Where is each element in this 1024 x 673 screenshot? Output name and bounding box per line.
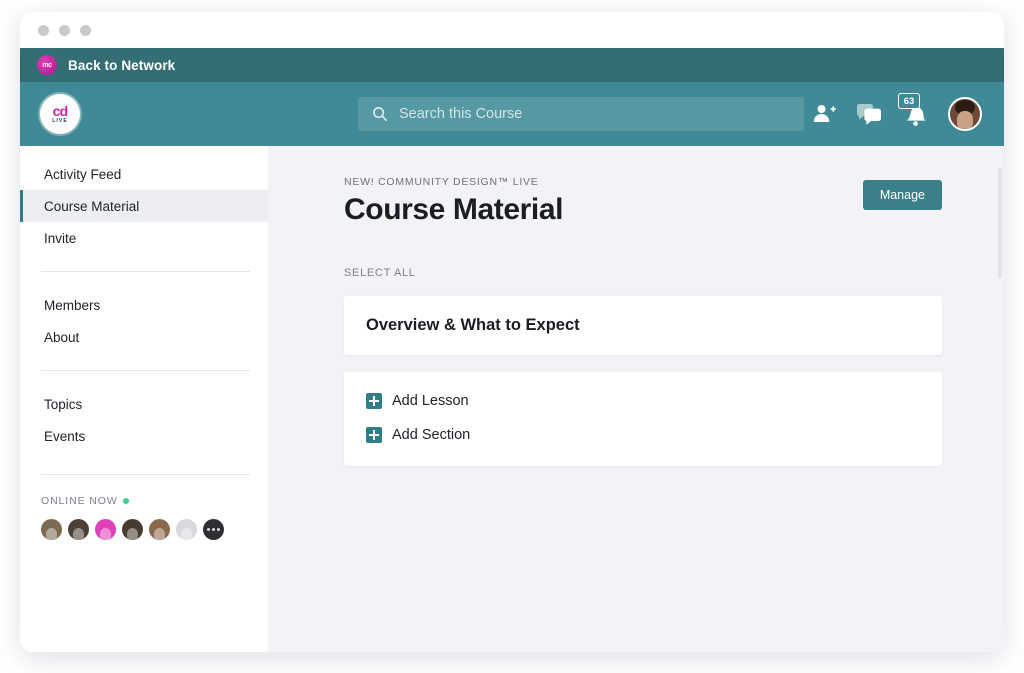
left-column: mc Back to Network cd LIVE Activity Feed…: [20, 48, 268, 652]
add-section-label: Add Section: [392, 427, 471, 443]
window-close-dot[interactable]: [38, 24, 49, 36]
search-icon: [373, 107, 388, 122]
plus-square-icon: [366, 393, 382, 409]
avatar-more[interactable]: [203, 519, 224, 540]
course-section-title: Overview & What to Expect: [366, 316, 580, 334]
sidebar-item-about[interactable]: About: [20, 321, 268, 353]
page-header: NEW! COMMUNITY DESIGN™ LIVE Course Mater…: [344, 176, 942, 227]
window-titlebar: [20, 12, 1004, 48]
sidebar-item-label: Topics: [44, 396, 83, 412]
sidebar-item-label: Members: [44, 297, 101, 313]
sidebar-item-topics[interactable]: Topics: [20, 388, 268, 420]
sidebar-item-activity-feed[interactable]: Activity Feed: [20, 158, 268, 190]
sidebar-divider-2: [41, 370, 250, 371]
page-title: Course Material: [344, 193, 564, 226]
right-column: 63 NEW! COMMUNITY DESIGN™ LIVE Course Ma…: [248, 48, 1004, 652]
sidebar-item-invite[interactable]: Invite: [20, 222, 268, 254]
course-section-row[interactable]: Overview & What to Expect: [344, 296, 942, 355]
search-bar[interactable]: [358, 97, 804, 131]
brand-bar: cd LIVE: [20, 82, 268, 146]
header-icon-group: 63: [812, 93, 982, 131]
sidebar-item-events[interactable]: Events: [20, 420, 268, 452]
sidebar-divider-1: [41, 271, 250, 272]
sidebar-item-course-material[interactable]: Course Material: [20, 190, 268, 222]
add-section-button[interactable]: Add Section: [344, 418, 942, 452]
page-header-text: NEW! COMMUNITY DESIGN™ LIVE Course Mater…: [344, 176, 563, 227]
online-now-label: ONLINE NOW: [41, 495, 118, 507]
sidebar-item-label: Course Material: [44, 198, 140, 214]
add-lesson-button[interactable]: Add Lesson: [344, 384, 942, 418]
avatar[interactable]: [95, 519, 116, 540]
main-content: NEW! COMMUNITY DESIGN™ LIVE Course Mater…: [268, 146, 1004, 652]
sidebar-item-label: Activity Feed: [44, 166, 122, 182]
app-container: mc Back to Network cd LIVE Activity Feed…: [20, 48, 1004, 652]
online-now-block: ONLINE NOW: [20, 495, 268, 540]
network-logo-icon: mc: [37, 55, 57, 75]
back-to-network-bar[interactable]: mc Back to Network: [20, 48, 268, 82]
brand-logo-secondary: LIVE: [52, 118, 68, 124]
search-input[interactable]: [399, 106, 804, 122]
messages-icon[interactable]: [856, 102, 882, 126]
select-all-link[interactable]: SELECT ALL: [344, 267, 942, 279]
add-actions-card: Add Lesson Add Section: [344, 372, 942, 466]
online-now-title: ONLINE NOW: [41, 495, 268, 507]
sidebar-item-members[interactable]: Members: [20, 289, 268, 321]
sidebar-nav: Activity Feed Course Material Invite Mem…: [20, 146, 268, 652]
online-status-dot: [122, 498, 129, 504]
back-to-network-label: Back to Network: [68, 57, 176, 73]
add-person-icon[interactable]: [812, 102, 837, 126]
sidebar-divider-3: [41, 474, 250, 475]
page-eyebrow: NEW! COMMUNITY DESIGN™ LIVE: [344, 176, 539, 188]
notifications-bell-icon[interactable]: 63: [898, 93, 929, 127]
sidebar-item-label: Invite: [44, 230, 77, 246]
manage-button[interactable]: Manage: [862, 180, 942, 210]
avatar[interactable]: [176, 519, 197, 540]
scrollbar[interactable]: [998, 168, 1002, 278]
browser-window: mc Back to Network cd LIVE Activity Feed…: [20, 12, 1004, 652]
avatar[interactable]: [122, 519, 143, 540]
notification-badge: 63: [898, 93, 920, 109]
window-maximize-dot[interactable]: [80, 24, 91, 36]
online-avatars-list: [41, 519, 268, 540]
plus-square-icon: [366, 427, 382, 443]
avatar[interactable]: [41, 519, 62, 540]
sidebar-item-label: Events: [44, 428, 86, 444]
brand-logo-primary: cd: [52, 103, 69, 119]
user-avatar[interactable]: [948, 97, 982, 131]
course-header: 63: [248, 82, 1004, 146]
add-lesson-label: Add Lesson: [392, 393, 469, 409]
top-strip: [268, 48, 1004, 82]
avatar[interactable]: [68, 519, 89, 540]
course-brand-logo[interactable]: cd LIVE: [40, 94, 80, 134]
sidebar-item-label: About: [44, 329, 80, 345]
window-minimize-dot[interactable]: [59, 24, 70, 36]
avatar[interactable]: [149, 519, 170, 540]
